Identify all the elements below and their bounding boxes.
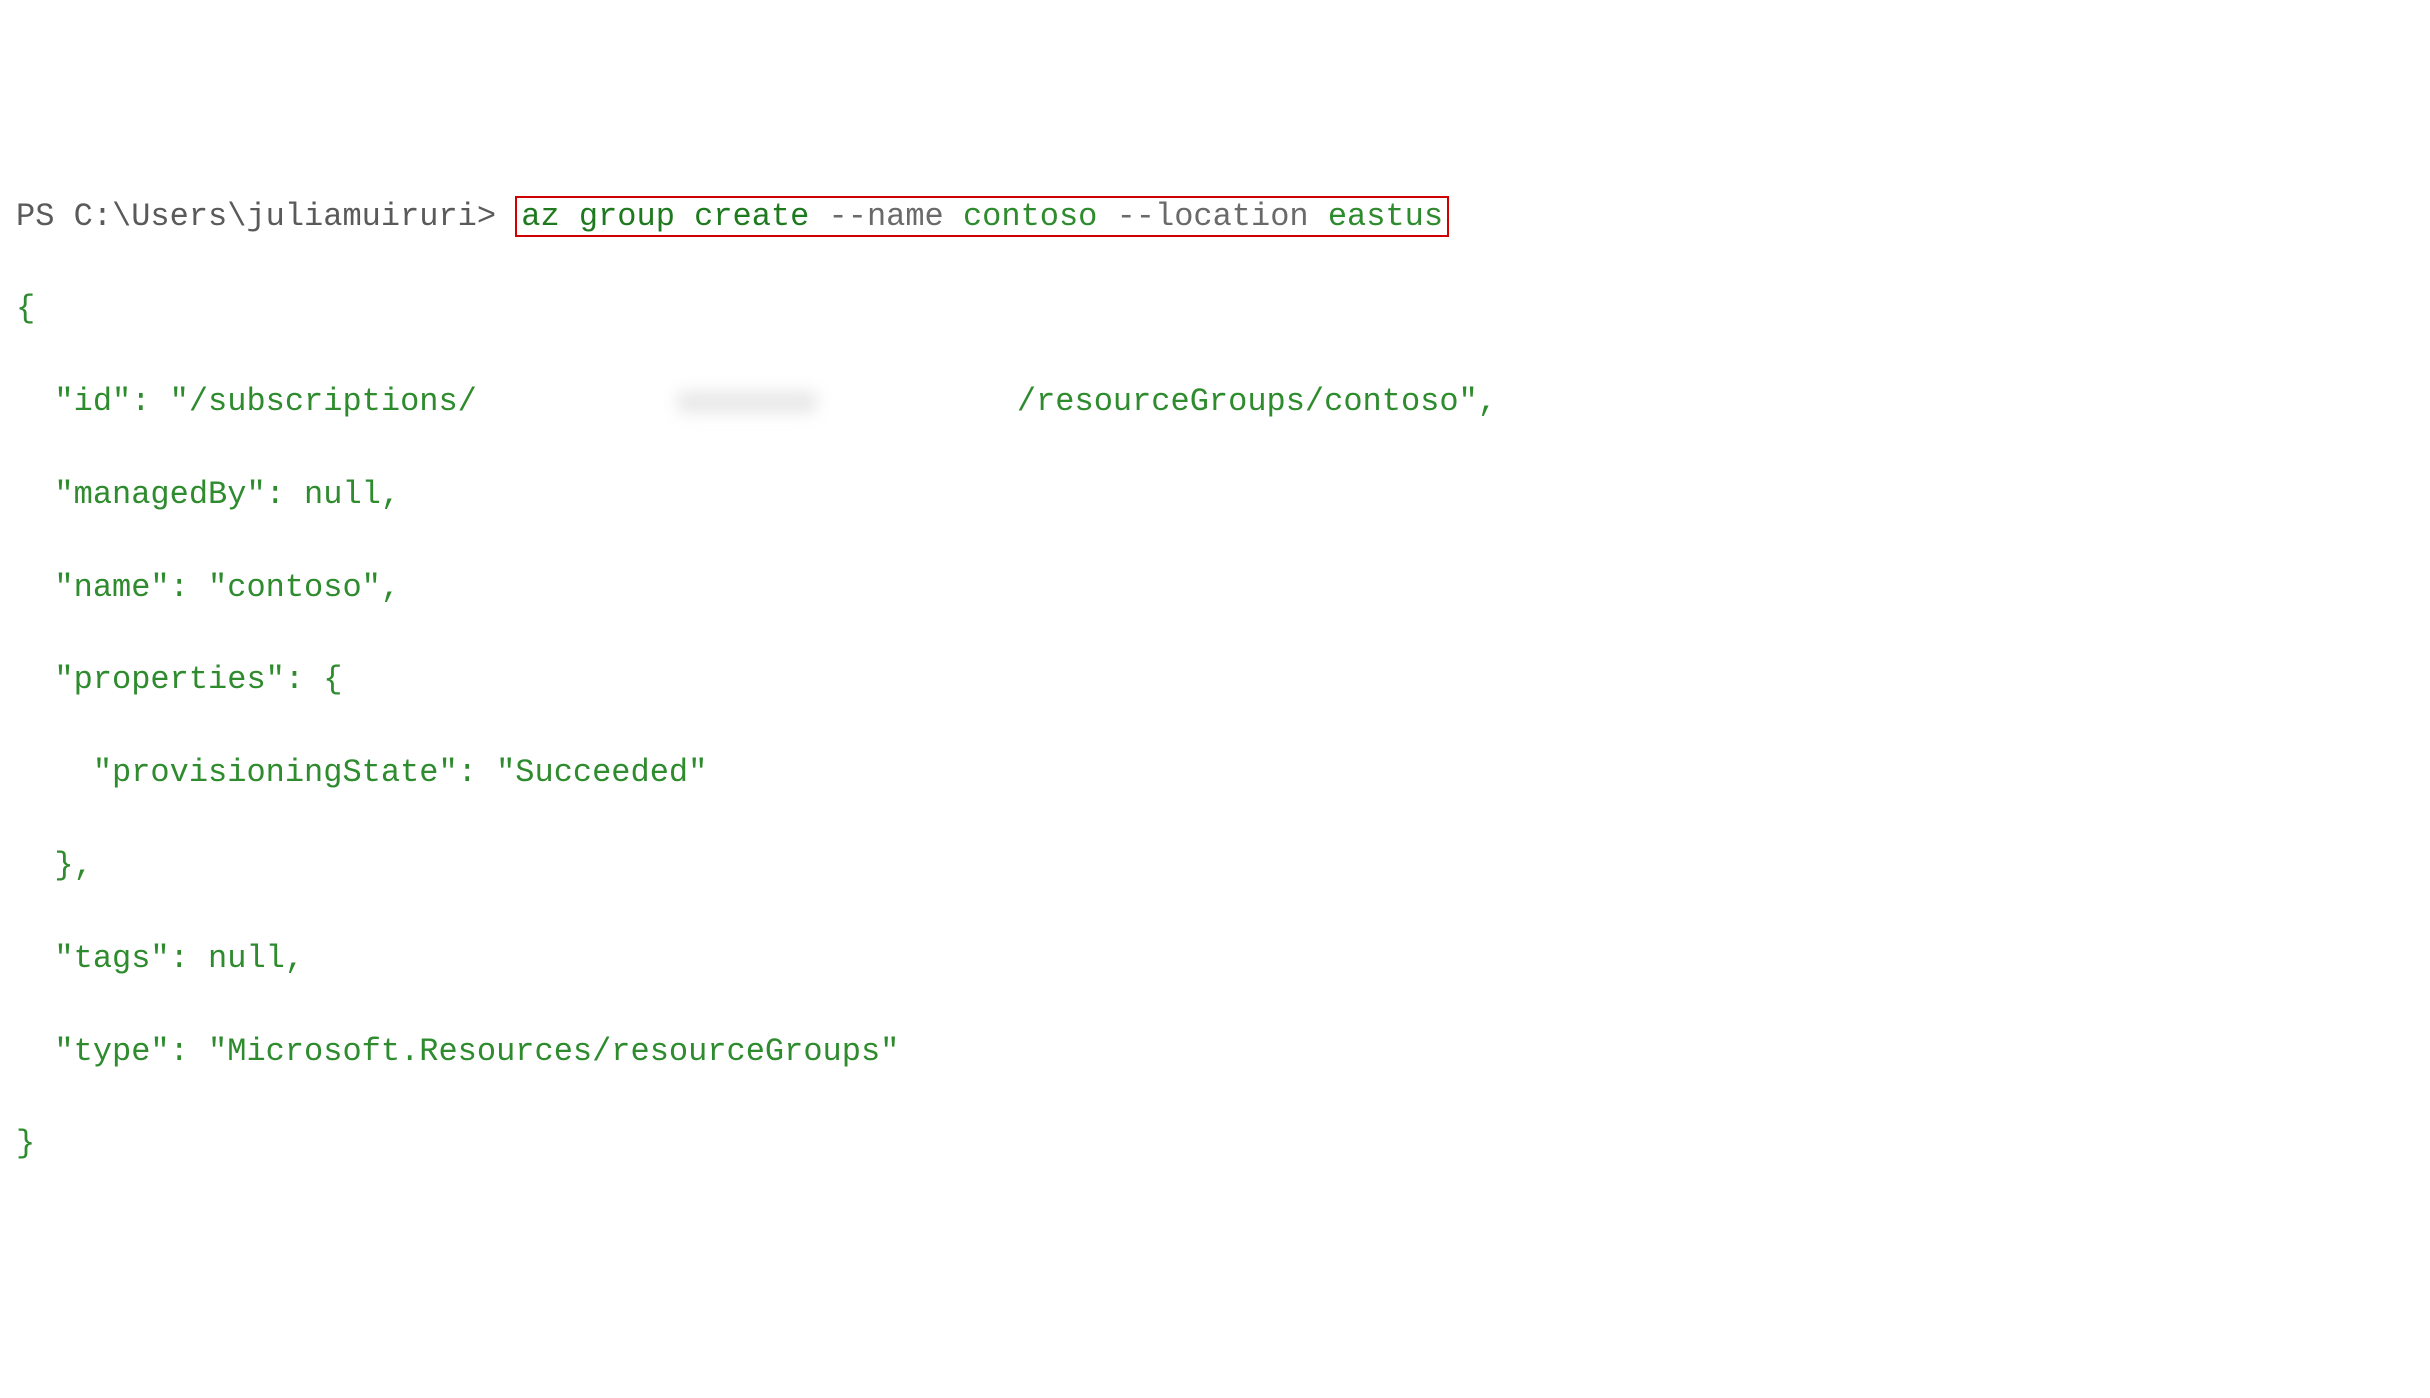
json-properties-close: },: [16, 843, 2414, 889]
json-name-line: "name": "contoso",: [16, 565, 2414, 611]
cmd-token-location: --location: [1117, 198, 1309, 235]
highlighted-command: az group create --name contoso --locatio…: [515, 196, 1449, 237]
cmd-token-eastus: eastus: [1328, 198, 1443, 235]
cmd-token-create: create: [694, 198, 809, 235]
json-type-line: "type": "Microsoft.Resources/resourceGro…: [16, 1029, 2414, 1075]
command-line: PS C:\Users\juliamuiruri> az group creat…: [16, 194, 2414, 240]
shell-prompt: PS C:\Users\juliamuiruri>: [16, 198, 496, 235]
terminal-output: PS C:\Users\juliamuiruri> az group creat…: [16, 194, 2414, 1168]
json-close-brace: }: [16, 1121, 2414, 1167]
json-open-brace: {: [16, 286, 2414, 332]
json-provisioningstate-line: "provisioningState": "Succeeded": [16, 750, 2414, 796]
json-properties-open: "properties": {: [16, 657, 2414, 703]
json-managedby-line: "managedBy": null,: [16, 472, 2414, 518]
json-id-line: "id": "/subscriptions//resourceGroups/co…: [16, 379, 2414, 425]
cmd-token-az: az: [521, 198, 559, 235]
cmd-token-group: group: [579, 198, 675, 235]
cmd-token-contoso: contoso: [963, 198, 1097, 235]
redacted-subscription-id: [477, 387, 1017, 417]
json-tags-line: "tags": null,: [16, 936, 2414, 982]
cmd-token-name: --name: [829, 198, 944, 235]
